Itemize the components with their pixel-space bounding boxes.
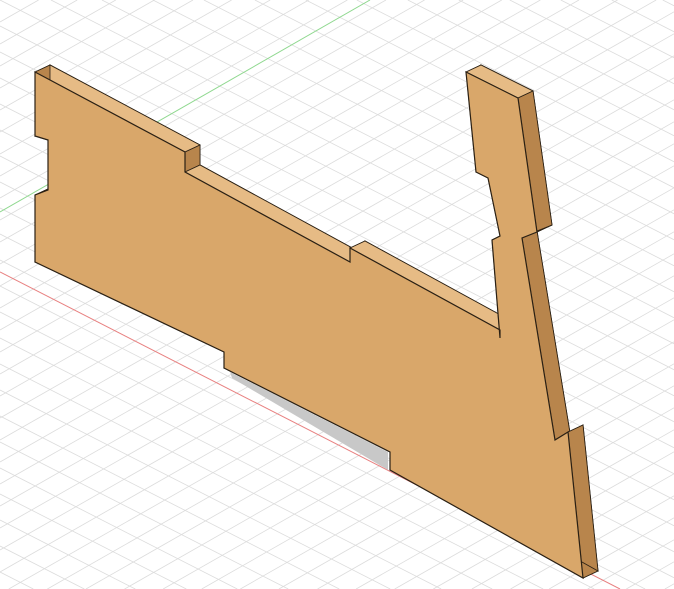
grid-line	[0, 493, 187, 589]
grid-line	[0, 545, 85, 589]
viewport-canvas[interactable]	[0, 0, 674, 589]
grid-line	[0, 519, 136, 589]
grid-line	[611, 0, 674, 33]
grid-line	[509, 0, 674, 85]
grid-line	[0, 0, 78, 45]
grid-line	[254, 0, 674, 215]
grid-line	[664, 583, 674, 589]
grid-line	[662, 0, 674, 7]
grid-line	[407, 0, 674, 137]
grid-line	[0, 441, 289, 589]
grid-line	[0, 0, 116, 67]
3d-viewport[interactable]	[0, 0, 674, 589]
grid-line	[0, 571, 34, 589]
grid-line	[560, 0, 674, 59]
